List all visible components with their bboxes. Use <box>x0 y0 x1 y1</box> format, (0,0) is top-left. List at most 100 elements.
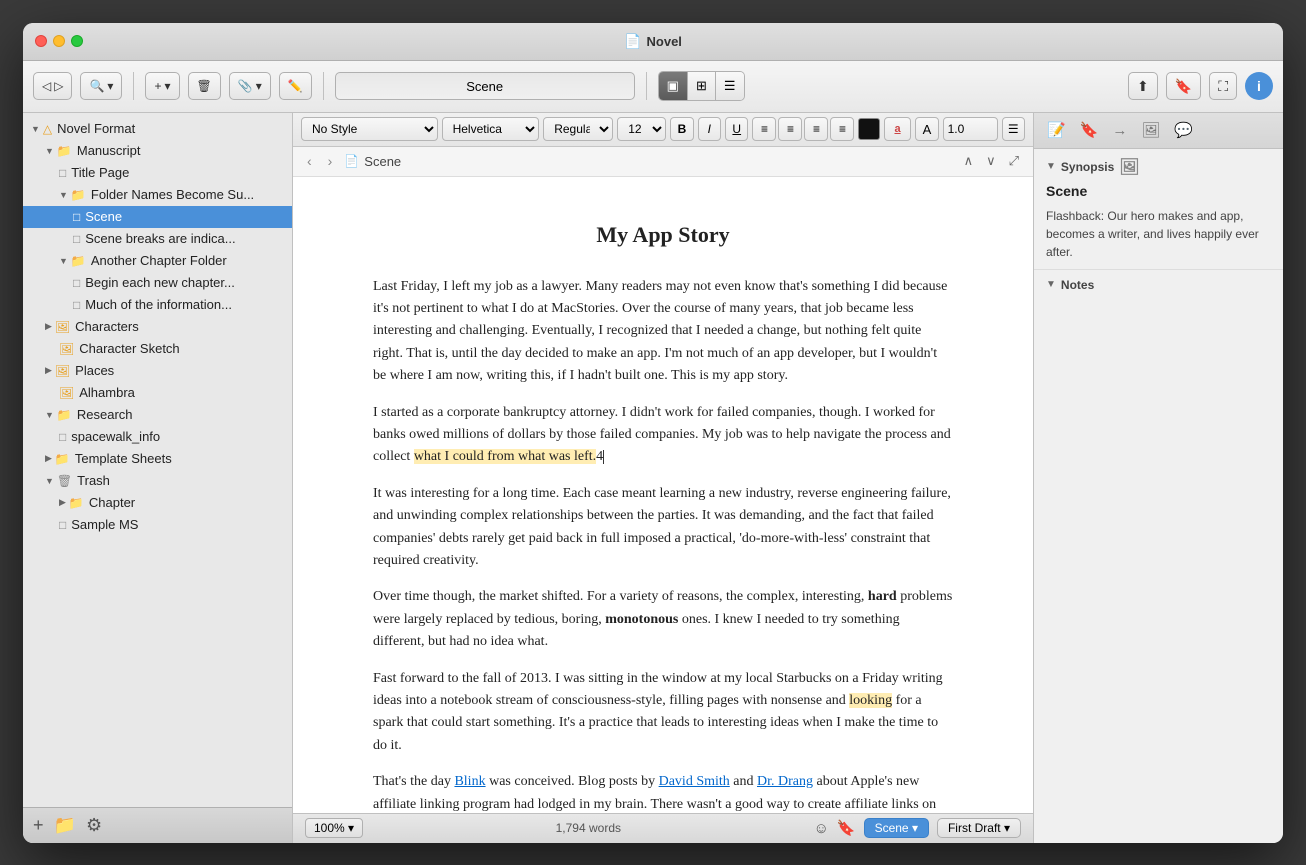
font-size-icon-btn[interactable]: A <box>915 117 938 141</box>
sidebar-item-trash[interactable]: ▼ 🗑 Trash <box>23 470 292 492</box>
footer-right: Scene ▾ First Draft ▾ <box>864 818 1021 838</box>
view-grid-btn[interactable]: ⊞ <box>688 72 716 100</box>
sidebar-item-character-sketch[interactable]: 🖼 Character Sketch <box>23 338 292 360</box>
nav-back-btn[interactable]: ‹ <box>303 151 316 171</box>
notes-section: ▼ Notes <box>1034 270 1283 843</box>
bookmark-footer-icon[interactable]: 🔖 <box>837 819 856 837</box>
add-folder-btn[interactable]: 📁 <box>54 815 76 836</box>
zoom-btn[interactable]: 100% ▾ <box>305 818 363 838</box>
bookmark-icon: 🔖 <box>1175 78 1192 95</box>
traffic-lights <box>35 35 83 47</box>
underline-btn[interactable]: U <box>725 117 748 141</box>
inspector-tab-photo[interactable]: 🖼 <box>1136 117 1165 143</box>
sidebar-item-characters[interactable]: ▶ 🖼 Characters <box>23 316 292 338</box>
status-select-btn[interactable]: First Draft ▾ <box>937 818 1021 838</box>
sidebar-item-research[interactable]: ▼ 📁 Research <box>23 404 292 426</box>
editor-content[interactable]: My App Story Last Friday, I left my job … <box>293 177 1033 813</box>
text-color-btn[interactable] <box>858 118 879 140</box>
view-outline-btn[interactable]: ☰ <box>716 72 744 100</box>
forward-icon: ▷ <box>54 79 63 93</box>
inspector-tab-comment[interactable]: 💬 <box>1169 117 1198 143</box>
inspector-tab-bookmark[interactable]: 🔖 <box>1075 117 1104 143</box>
align-center-btn[interactable]: ≡ <box>778 117 802 141</box>
close-button[interactable] <box>35 35 47 47</box>
info-btn[interactable]: i <box>1245 72 1273 100</box>
sidebar-item-manuscript[interactable]: ▼ 📁 Manuscript <box>23 140 292 162</box>
grid-view-icon: ⊞ <box>696 78 707 94</box>
sidebar-item-begin-each[interactable]: □ Begin each new chapter... <box>23 272 292 294</box>
label-select-btn[interactable]: Scene ▾ <box>864 818 929 838</box>
settings-btn[interactable]: ⚙ <box>86 815 102 836</box>
attach-btn[interactable]: 📎 ▾ <box>229 72 271 100</box>
align-right-btn[interactable]: ≡ <box>804 117 828 141</box>
nav-down-btn[interactable]: ∨ <box>982 151 1000 171</box>
toolbar-right: ⬆ 🔖 ⛶ i <box>1128 72 1273 100</box>
doc-icon: □ <box>59 166 66 180</box>
sidebar-item-another-chapter[interactable]: ▼ 📁 Another Chapter Folder <box>23 250 292 272</box>
word-count: 1,794 words <box>519 821 659 835</box>
line-height-input[interactable] <box>943 117 998 141</box>
align-justify-btn[interactable]: ≡ <box>830 117 854 141</box>
sidebar-item-much-of[interactable]: □ Much of the information... <box>23 294 292 316</box>
add-item-btn[interactable]: + <box>33 815 44 836</box>
back-icon: ◁ <box>42 79 51 93</box>
editor-footer: 100% ▾ 1,794 words ☺ 🔖 Scene ▾ First Dra… <box>293 813 1033 843</box>
sidebar-item-scene-breaks[interactable]: □ Scene breaks are indica... <box>23 228 292 250</box>
david-smith-link[interactable]: David Smith <box>659 774 730 789</box>
nav-expand-btn[interactable]: ⤢ <box>1005 151 1023 171</box>
scene-name-input[interactable] <box>335 72 635 100</box>
synopsis-header: ▼ Synopsis 🖼 <box>1046 157 1271 177</box>
toolbar-sep-3 <box>646 72 647 100</box>
inspector-tab-notes[interactable]: 📝 <box>1042 117 1071 143</box>
dr-drang-link[interactable]: Dr. Drang <box>757 774 813 789</box>
font-select[interactable]: Helvetica <box>442 117 540 141</box>
toolbar-sep-1 <box>133 72 134 100</box>
bold-btn[interactable]: B <box>670 117 693 141</box>
toolbar-sep-2 <box>323 72 324 100</box>
sidebar-item-alhambra[interactable]: 🖼 Alhambra <box>23 382 292 404</box>
photo-icon[interactable]: 🖼 <box>1119 157 1139 177</box>
sidebar-item-folder-names[interactable]: ▼ 📁 Folder Names Become Su... <box>23 184 292 206</box>
screen-btn[interactable]: ⛶ <box>1209 72 1237 100</box>
edit-icon: ✏️ <box>288 79 303 93</box>
window-title: 📄 Novel <box>624 33 682 50</box>
sidebar-item-scene[interactable]: □ Scene <box>23 206 292 228</box>
format-bar: No Style Helvetica Regular 12 B I <box>293 113 1033 147</box>
italic-btn[interactable]: I <box>698 117 721 141</box>
search-icon: 🔍 <box>89 79 104 93</box>
sidebar-item-sample-ms[interactable]: □ Sample MS <box>23 514 292 536</box>
weight-select[interactable]: Regular <box>543 117 613 141</box>
list-btn[interactable]: ☰ <box>1002 117 1025 141</box>
edit-btn[interactable]: ✏️ <box>279 72 312 100</box>
size-select[interactable]: 12 <box>617 117 666 141</box>
align-left-btn[interactable]: ≡ <box>752 117 776 141</box>
section-chevron: ▼ <box>1046 279 1056 290</box>
editor-area: No Style Helvetica Regular 12 B I <box>293 113 1033 843</box>
minimize-button[interactable] <box>53 35 65 47</box>
add-btn[interactable]: + ▾ <box>145 72 179 100</box>
style-select[interactable]: No Style <box>301 117 438 141</box>
doc-icon: □ <box>59 430 66 444</box>
app-icon: 📄 <box>624 33 641 50</box>
maximize-button[interactable] <box>71 35 83 47</box>
delete-btn[interactable]: 🗑 <box>188 72 221 100</box>
search-btn[interactable]: 🔍 ▾ <box>80 72 122 100</box>
blink-link[interactable]: Blink <box>454 774 485 789</box>
nav-up-btn[interactable]: ∧ <box>960 151 978 171</box>
doc-icon: □ <box>73 276 80 290</box>
nav-forward-btn[interactable]: › <box>324 151 337 171</box>
sidebar-item-spacewalk[interactable]: □ spacewalk_info <box>23 426 292 448</box>
share-btn[interactable]: ⬆ <box>1128 72 1158 100</box>
editor-page: My App Story Last Friday, I left my job … <box>373 217 953 773</box>
highlight-btn[interactable]: a <box>884 117 911 141</box>
sidebar-item-title-page[interactable]: □ Title Page <box>23 162 292 184</box>
view-single-btn[interactable]: ▣ <box>659 72 688 100</box>
emoji-btn[interactable]: ☺ <box>814 820 829 837</box>
back-forward-btn[interactable]: ◁ ▷ <box>33 72 72 100</box>
sidebar-item-chapter[interactable]: ▶ 📁 Chapter <box>23 492 292 514</box>
sidebar-item-places[interactable]: ▶ 🖼 Places <box>23 360 292 382</box>
inspector-tab-link[interactable]: → <box>1107 118 1132 143</box>
bookmark-btn[interactable]: 🔖 <box>1166 72 1201 100</box>
sidebar-item-template-sheets[interactable]: ▶ 📁 Template Sheets <box>23 448 292 470</box>
sidebar-item-novel-format[interactable]: ▼ △ Novel Format <box>23 118 292 140</box>
